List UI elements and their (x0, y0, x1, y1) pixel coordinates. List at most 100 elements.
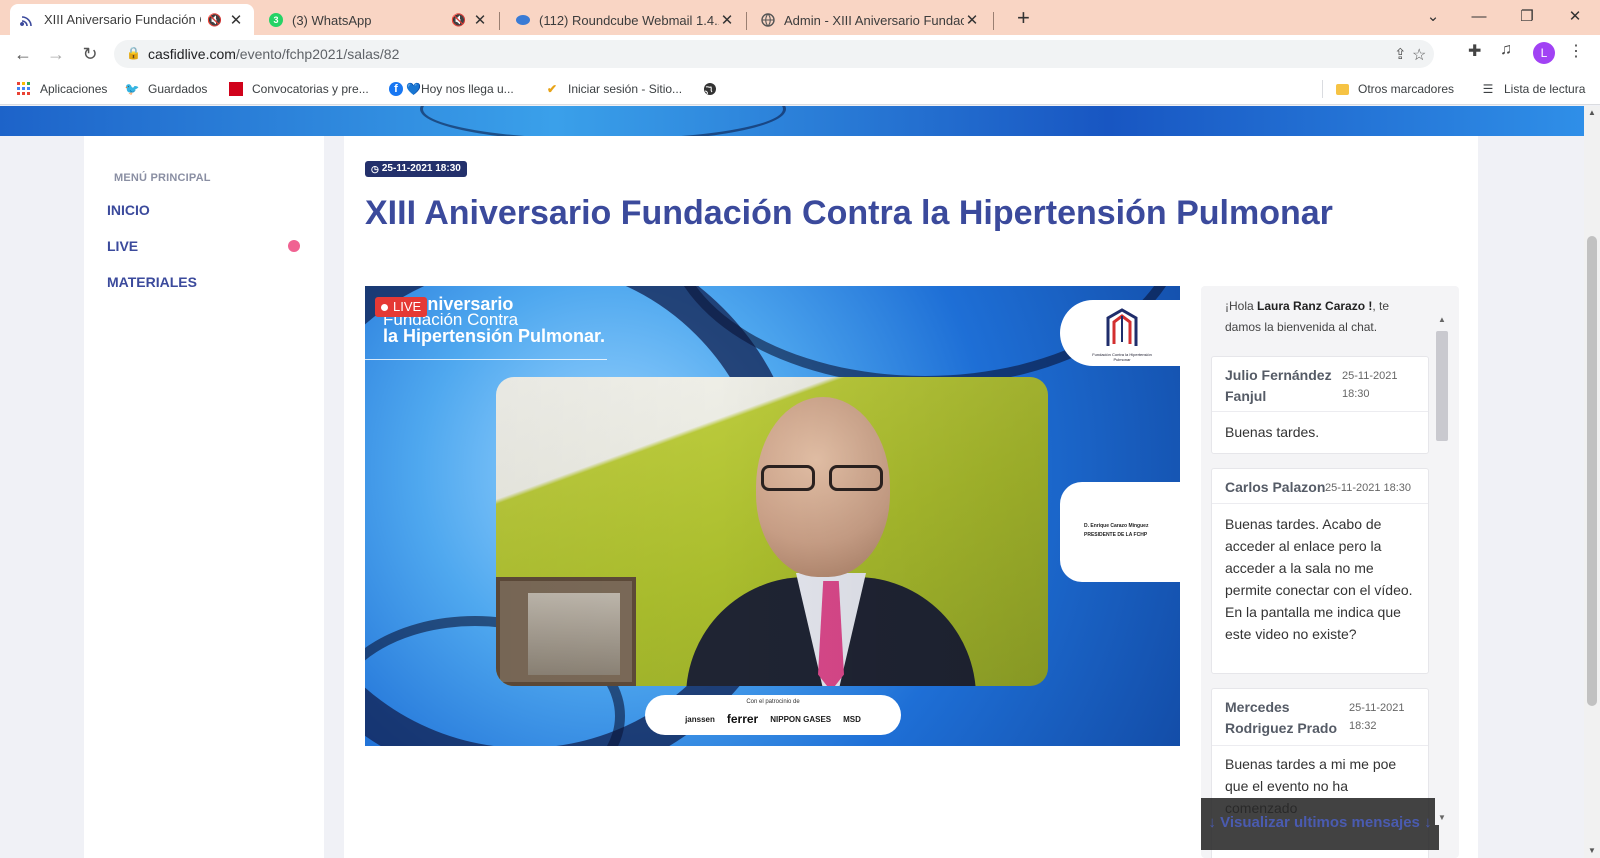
brand-line-3: la Hipertensión Pulmonar. (383, 326, 606, 346)
roundcube-icon (515, 12, 531, 28)
new-tab-plus-icon[interactable]: + (1017, 5, 1030, 31)
speaker-lower-third: D. Enrique Carazo Mínguez PRESIDENTE DE … (1060, 482, 1180, 582)
sponsor-caption: Con el patrocinio de (746, 699, 800, 705)
media-control-icon[interactable]: ♫ (1500, 41, 1512, 59)
chat-message-text: Buenas tardes. (1225, 424, 1320, 440)
hero-banner (0, 106, 1584, 136)
reload-icon[interactable]: ↻ (77, 42, 103, 66)
sponsor-ferrer: ferrer (726, 712, 759, 726)
facebook-icon: f (388, 81, 404, 97)
globe-icon (760, 12, 776, 28)
scroll-up-arrow-icon[interactable]: ▲ (1435, 315, 1449, 324)
extensions-puzzle-icon[interactable]: ✚ (1468, 41, 1481, 61)
address-bar: ← → ↻ 🔒 casfidlive.com/evento/fchp2021/s… (0, 35, 1600, 73)
speaker-role: PRESIDENTE DE LA FCHP (1084, 532, 1148, 538)
url-host: casfidlive.com (148, 46, 236, 62)
broadcast-icon (20, 12, 36, 28)
lock-icon: 🔒 (126, 46, 141, 60)
muted-speaker-icon[interactable]: 🔇 (451, 13, 466, 27)
tab-title: (112) Roundcube Webmail 1.4.12 (539, 12, 719, 28)
reading-list-icon: ☰ (1482, 82, 1494, 96)
sidebar: MENÚ PRINCIPAL INICIO LIVE MATERIALES (84, 136, 324, 858)
chat-scrollbar-thumb[interactable] (1436, 331, 1448, 441)
page-scrollbar[interactable]: ▲ ▼ (1584, 106, 1600, 858)
more-menu-icon[interactable]: ⋮ (1568, 41, 1584, 61)
globe-icon (702, 81, 718, 97)
close-tab-icon[interactable]: ✕ (719, 11, 735, 29)
scroll-down-arrow-icon[interactable]: ▼ (1584, 846, 1600, 855)
bookmark-label: Iniciar sesión - Sitio... (568, 82, 683, 96)
reading-list-button[interactable]: ☰ Lista de lectura (1480, 81, 1586, 97)
sidebar-heading: MENÚ PRINCIPAL (114, 172, 211, 184)
page-viewport: MENÚ PRINCIPAL INICIO LIVE MATERIALES ◷ … (0, 106, 1584, 858)
close-tab-icon[interactable]: ✕ (964, 11, 980, 29)
record-dot-icon (381, 303, 388, 311)
page-title: XIII Aniversario Fundación Contra la Hip… (365, 194, 1333, 232)
sidebar-item-materiales[interactable]: MATERIALES (107, 274, 197, 290)
tab-title: XIII Aniversario Fundación Co (44, 12, 202, 27)
bookmark-label: Convocatorias y pre... (252, 82, 369, 96)
share-icon[interactable]: ⇪ (1394, 45, 1407, 63)
speaker-camera-feed (496, 377, 1048, 686)
scroll-up-arrow-icon[interactable]: ▲ (1584, 108, 1600, 117)
speaker-name: D. Enrique Carazo Mínguez (1084, 523, 1149, 529)
live-label: LIVE (393, 299, 422, 314)
bookmark-globe[interactable] (702, 81, 726, 97)
clock-icon: ◷ (371, 164, 379, 174)
main-content: ◷ 25-11-2021 18:30 XIII Aniversario Fund… (344, 136, 1478, 858)
forward-arrow-icon[interactable]: → (43, 42, 69, 66)
url-path: /evento/fchp2021/salas/82 (235, 46, 400, 62)
restore-window-icon[interactable]: ❐ (1504, 4, 1550, 30)
profile-avatar[interactable]: L (1533, 42, 1555, 64)
sponsor-janssen: janssen (685, 714, 715, 724)
close-tab-icon[interactable]: ✕ (228, 11, 244, 29)
tab-separator (499, 12, 500, 30)
bookmark-iniciar-sesion[interactable]: ✔ Iniciar sesión - Sitio... (544, 81, 682, 97)
chat-message-time: 25-11-2021 18:30 (1342, 370, 1398, 400)
tab-admin[interactable]: Admin - XIII Aniversario Fundación ✕ (750, 5, 990, 35)
chat-scrollbar[interactable]: ▲ ▼ (1435, 315, 1449, 825)
sidebar-item-inicio[interactable]: INICIO (107, 202, 150, 218)
chat-user-name: Laura Ranz Carazo ! (1257, 299, 1373, 313)
minimize-window-icon[interactable]: — (1456, 4, 1502, 30)
event-date-badge: ◷ 25-11-2021 18:30 (365, 161, 467, 177)
muted-speaker-icon[interactable]: 🔇 (207, 13, 222, 27)
tab-title: Admin - XIII Aniversario Fundación (784, 12, 964, 28)
chat-message-author: Carlos Palazon (1225, 479, 1326, 495)
page-scrollbar-thumb[interactable] (1587, 236, 1597, 706)
bookmark-aplicaciones[interactable]: Aplicaciones (16, 81, 107, 97)
bookmark-guardados[interactable]: 🐦 Guardados (124, 81, 208, 97)
tab-roundcube[interactable]: (112) Roundcube Webmail 1.4.12 ✕ (505, 5, 745, 35)
live-video-player[interactable]: XIII Aniversario Fundación Contra la Hip… (365, 286, 1180, 746)
chat-panel[interactable]: ¡Hola Laura Ranz Carazo !, te damos la b… (1201, 286, 1459, 858)
tab-whatsapp[interactable]: 3 (3) WhatsApp 🔇 ✕ (258, 5, 498, 35)
bookmark-otros-marcadores[interactable]: Otros marcadores (1334, 81, 1454, 97)
tab-xiii-aniversario[interactable]: XIII Aniversario Fundación Co 🔇 ✕ (10, 4, 254, 35)
tab-search-chevron-icon[interactable]: ⌄ (1410, 4, 1456, 30)
close-tab-icon[interactable]: ✕ (472, 11, 488, 29)
live-indicator-dot (288, 240, 300, 252)
bookmarks-bar: Aplicaciones 🐦 Guardados Convocatorias y… (0, 73, 1600, 105)
bookmark-convocatorias[interactable]: Convocatorias y pre... (228, 81, 369, 97)
chat-message-time: 25-11-2021 18:30 (1325, 482, 1412, 494)
chat-message-time: 25-11-2021 18:32 (1349, 702, 1405, 732)
brand-divider (365, 359, 607, 360)
sponsor-msd: MSD (843, 714, 861, 724)
view-latest-messages-label: ↓ Visualizar ultimos mensajes ↓ (1208, 814, 1432, 831)
url-text: casfidlive.com/evento/fchp2021/salas/82 (148, 46, 399, 62)
bookmark-label: 💙Hoy nos llega u... (406, 82, 514, 96)
view-latest-messages-button[interactable]: ↓ Visualizar ultimos mensajes ↓ (1201, 798, 1439, 850)
back-arrow-icon[interactable]: ← (10, 42, 36, 66)
url-omnibox[interactable]: 🔒 casfidlive.com/evento/fchp2021/salas/8… (114, 40, 1434, 68)
chat-message-author: Julio Fernández Fanjul (1225, 367, 1332, 404)
browser-tab-strip: XIII Aniversario Fundación Co 🔇 ✕ 3 (3) … (0, 0, 1600, 35)
comunidad-madrid-icon (228, 81, 244, 97)
close-window-icon[interactable]: ✕ (1552, 4, 1598, 30)
sidebar-item-live[interactable]: LIVE (107, 238, 138, 254)
bookmark-star-icon[interactable]: ☆ (1412, 45, 1426, 65)
bookmark-facebook[interactable]: f 💙Hoy nos llega u... (388, 81, 514, 97)
foundation-logo (1106, 308, 1138, 346)
tab-title: (3) WhatsApp (292, 12, 372, 28)
folder-icon (1334, 81, 1350, 97)
scroll-down-arrow-icon[interactable]: ▼ (1435, 813, 1449, 822)
